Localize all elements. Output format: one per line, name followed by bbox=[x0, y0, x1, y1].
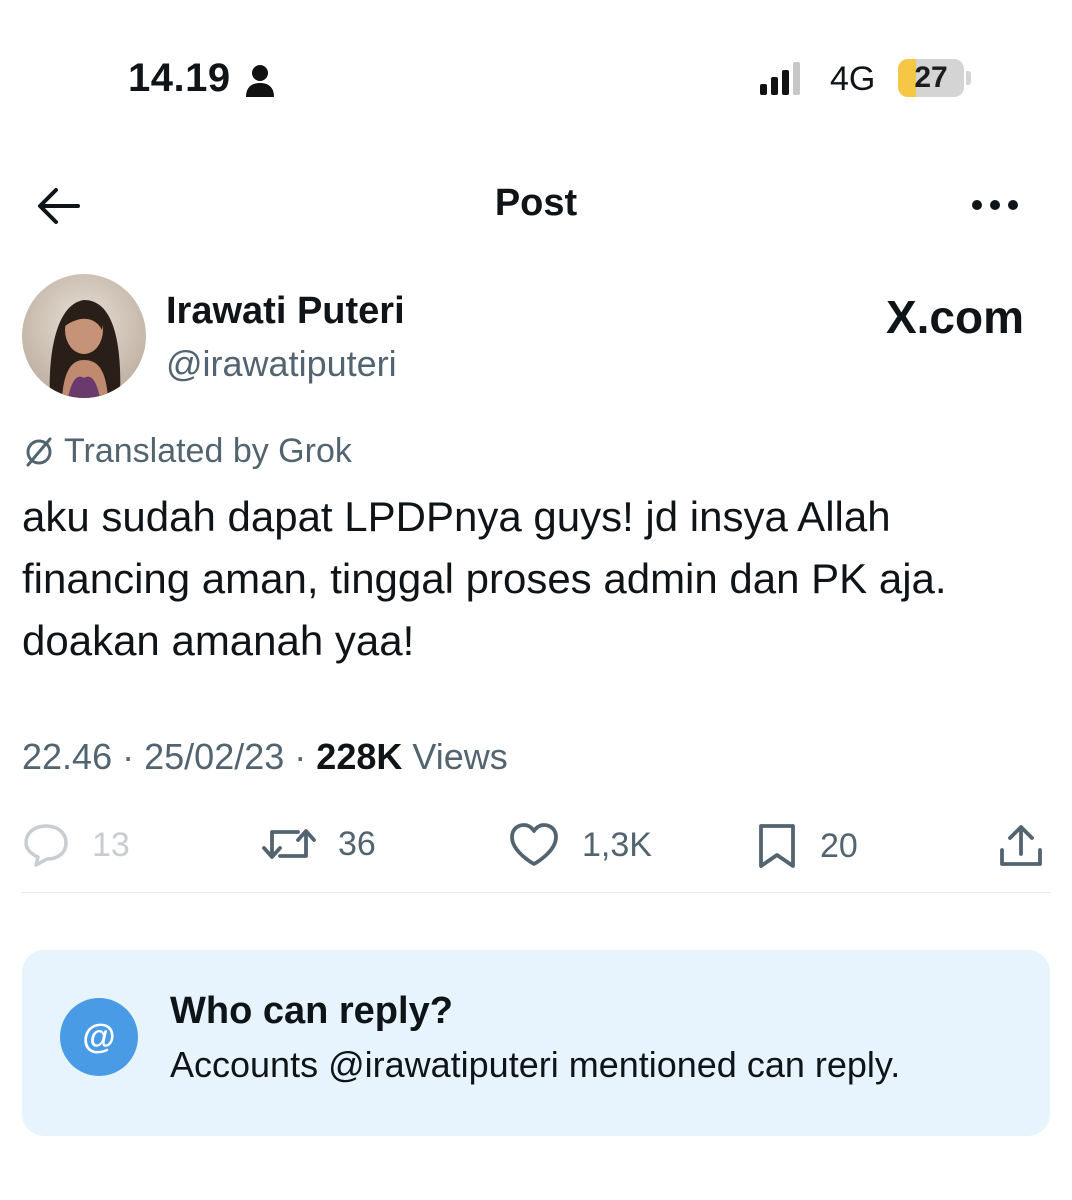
like-button[interactable]: 1,3K bbox=[508, 822, 652, 868]
post-time: 22.46 bbox=[22, 736, 113, 777]
battery-indicator: 27 bbox=[898, 59, 964, 97]
page-title: Post bbox=[494, 182, 578, 224]
share-button[interactable] bbox=[998, 822, 1044, 870]
repost-icon bbox=[262, 829, 316, 859]
avatar[interactable] bbox=[22, 274, 146, 398]
translate-slash-icon bbox=[26, 437, 52, 466]
reply-count: 13 bbox=[92, 825, 130, 864]
bookmark-count: 20 bbox=[820, 826, 858, 865]
author-handle[interactable]: @irawatiputeri bbox=[166, 343, 397, 385]
heart-icon bbox=[510, 823, 558, 866]
share-icon bbox=[1000, 825, 1042, 866]
reply-button[interactable]: 13 bbox=[22, 822, 130, 868]
reply-restriction-description: Accounts @irawatiputeri mentioned can re… bbox=[170, 1044, 901, 1085]
views-count[interactable]: 228K bbox=[316, 736, 402, 777]
network-type: 4G bbox=[830, 60, 876, 98]
battery-tip bbox=[966, 71, 971, 85]
views-label: Views bbox=[412, 736, 508, 777]
repost-button[interactable]: 36 bbox=[262, 822, 376, 866]
post-date: 25/02/23 bbox=[144, 736, 285, 777]
battery-level-text: 27 bbox=[914, 61, 948, 94]
translation-notice[interactable]: Translated by Grok bbox=[22, 432, 352, 471]
meta-separator: · bbox=[294, 736, 307, 777]
speech-bubble-icon bbox=[24, 824, 68, 867]
divider bbox=[22, 892, 1050, 893]
watermark: X.com bbox=[885, 291, 1024, 343]
at-sign-icon: @ bbox=[60, 998, 138, 1076]
meta-separator: · bbox=[122, 736, 135, 777]
ellipsis-icon[interactable] bbox=[968, 190, 1022, 220]
cellular-signal-icon bbox=[760, 62, 800, 95]
bookmark-icon bbox=[759, 824, 795, 868]
reply-restriction-card: @ Who can reply? Accounts @irawatiputeri… bbox=[22, 950, 1050, 1136]
status-time: 14.19 bbox=[128, 56, 231, 100]
author-display-name[interactable]: Irawati Puteri bbox=[166, 290, 405, 333]
like-count: 1,3K bbox=[582, 825, 652, 864]
person-icon bbox=[246, 65, 274, 97]
repost-count: 36 bbox=[338, 824, 376, 863]
translation-label: Translated by Grok bbox=[64, 432, 352, 470]
post-text: aku sudah dapat LPDPnya guys! jd insya A… bbox=[22, 493, 947, 664]
bookmark-button[interactable]: 20 bbox=[756, 822, 858, 870]
reply-restriction-title: Who can reply? bbox=[170, 990, 453, 1032]
avatar-photo bbox=[22, 274, 146, 398]
post-meta: 22.46 · 25/02/23 · 228K Views bbox=[22, 736, 508, 778]
post-page: 14.19 4G 27 Post Irawati Puteri @irawati… bbox=[0, 0, 1072, 1200]
